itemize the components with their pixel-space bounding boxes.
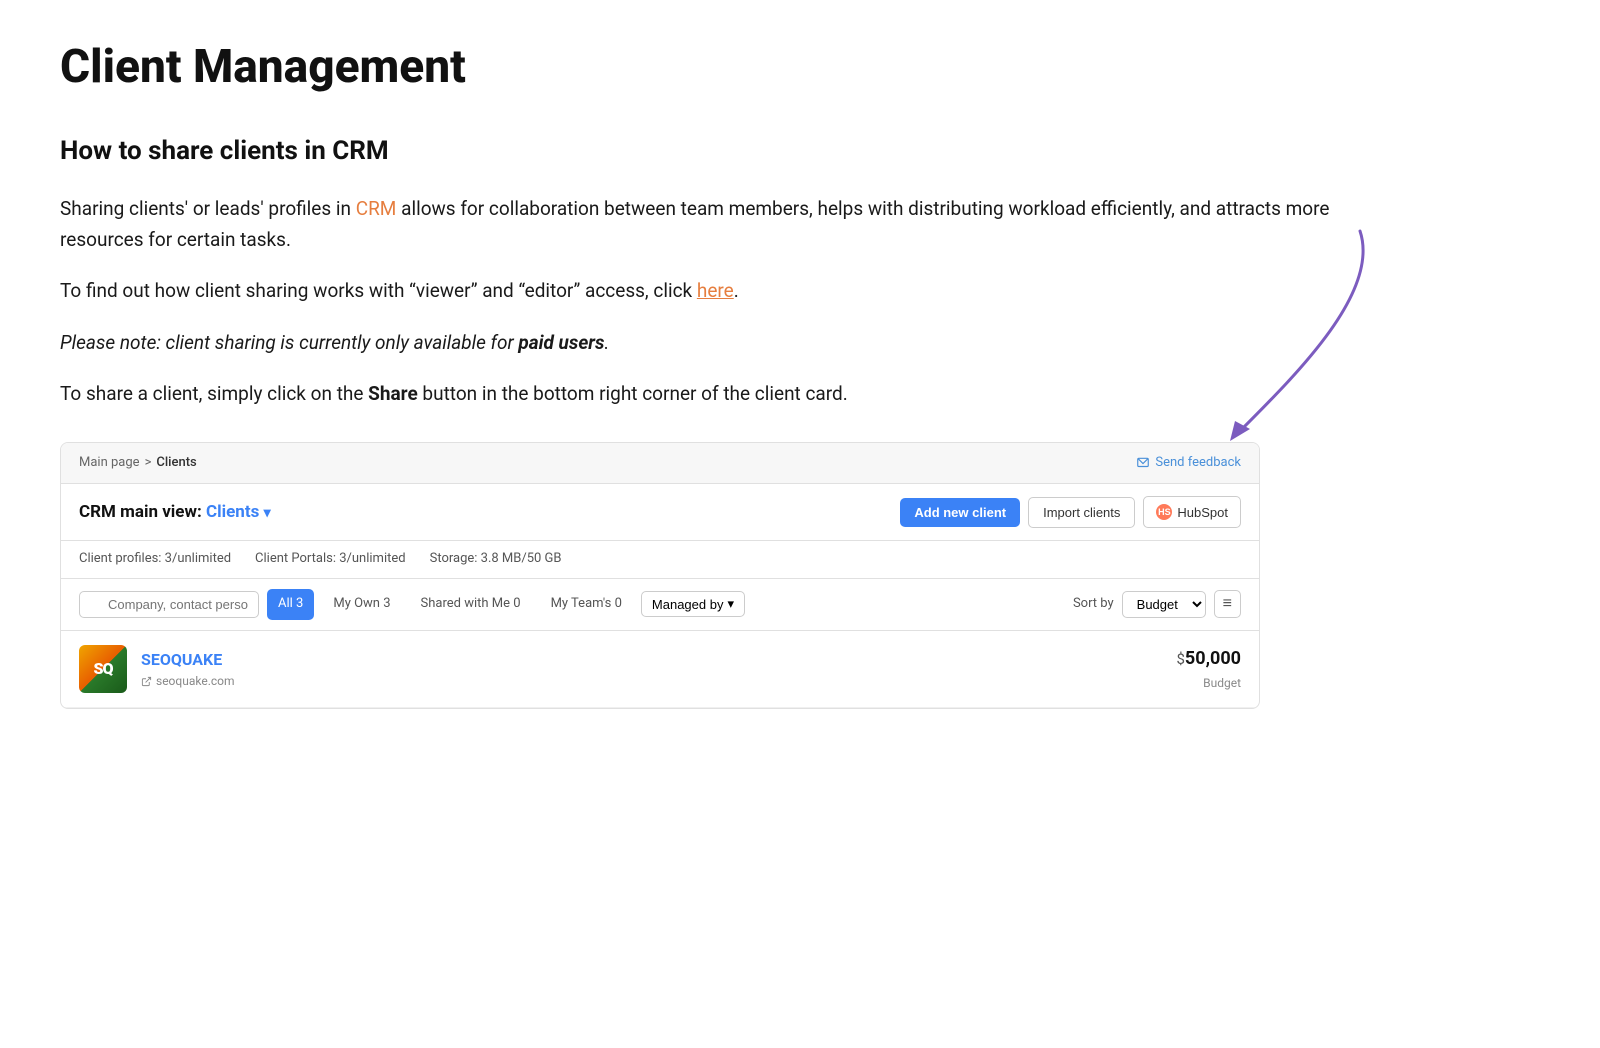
hubspot-button[interactable]: HS HubSpot: [1143, 496, 1241, 528]
sort-by-label: Sort by: [1073, 594, 1114, 615]
page-title: Client Management: [60, 40, 1540, 95]
breadcrumb-separator: >: [145, 453, 152, 474]
search-wrapper: [79, 590, 259, 619]
client-left: SQ SEOQUAKE seoquake.com: [79, 645, 235, 693]
hubspot-icon: HS: [1156, 504, 1172, 520]
filter-all-tab[interactable]: All 3: [267, 589, 314, 620]
client-profiles-meta: Client profiles: 3/unlimited: [79, 549, 231, 570]
filter-myown-tab[interactable]: My Own 3: [322, 589, 401, 620]
paragraph-1: Sharing clients' or leads' profiles in C…: [60, 193, 1360, 256]
add-new-client-button[interactable]: Add new client: [900, 498, 1020, 527]
client-portals-meta: Client Portals: 3/unlimited: [255, 549, 406, 570]
filter-icon-button[interactable]: ≡: [1214, 590, 1241, 618]
managed-by-button[interactable]: Managed by ▾: [641, 591, 745, 617]
paragraph-4: To share a client, simply click on the S…: [60, 378, 1360, 409]
chevron-down-icon: ▾: [264, 505, 271, 521]
search-input[interactable]: [79, 591, 259, 618]
here-link[interactable]: here: [697, 279, 734, 302]
crm-meta: Client profiles: 3/unlimited Client Port…: [61, 541, 1259, 579]
paragraph-2: To find out how client sharing works wit…: [60, 275, 1360, 306]
storage-meta: Storage: 3.8 MB/50 GB: [430, 549, 562, 570]
crm-filters: All 3 My Own 3 Shared with Me 0 My Team'…: [61, 579, 1259, 631]
client-logo: SQ: [79, 645, 127, 693]
client-info: SEOQUAKE seoquake.com: [141, 647, 235, 692]
crm-link-1[interactable]: CRM: [356, 197, 397, 220]
crm-actions: Add new client Import clients HS HubSpot: [900, 496, 1241, 528]
crm-topbar: Main page > Clients Send feedback: [61, 443, 1259, 485]
filter-left: All 3 My Own 3 Shared with Me 0 My Team'…: [79, 589, 745, 620]
client-name[interactable]: SEOQUAKE: [141, 647, 235, 673]
clients-dropdown[interactable]: Clients: [206, 502, 259, 522]
breadcrumb-current: Clients: [156, 453, 196, 474]
client-domain: seoquake.com: [141, 672, 235, 691]
sort-by-select[interactable]: Budget: [1122, 591, 1206, 618]
paragraph-3: Please note: client sharing is currently…: [60, 327, 1360, 358]
arrow-annotation: [1200, 211, 1400, 471]
chevron-down-icon: ▾: [727, 596, 734, 612]
budget-amount: $50,000: [1176, 645, 1241, 674]
client-row[interactable]: SQ SEOQUAKE seoquake.com $50,000 Budget: [61, 631, 1259, 708]
filter-shared-tab[interactable]: Shared with Me 0: [410, 589, 532, 620]
breadcrumb: Main page > Clients: [79, 453, 197, 474]
budget-label: Budget: [1176, 674, 1241, 693]
client-budget: $50,000 Budget: [1176, 645, 1241, 693]
section-heading: How to share clients in CRM: [60, 131, 1360, 173]
filter-right: Sort by Budget ≡: [1073, 590, 1241, 618]
filter-teams-tab[interactable]: My Team's 0: [540, 589, 633, 620]
import-clients-button[interactable]: Import clients: [1028, 497, 1135, 528]
crm-card: Main page > Clients Send feedback CRM ma…: [60, 442, 1260, 709]
crm-header: CRM main view: Clients ▾ Add new client …: [61, 484, 1259, 541]
breadcrumb-main[interactable]: Main page: [79, 453, 140, 474]
dollar-sign: $: [1176, 650, 1184, 668]
crm-main-view-title: CRM main view: Clients ▾: [79, 498, 271, 527]
